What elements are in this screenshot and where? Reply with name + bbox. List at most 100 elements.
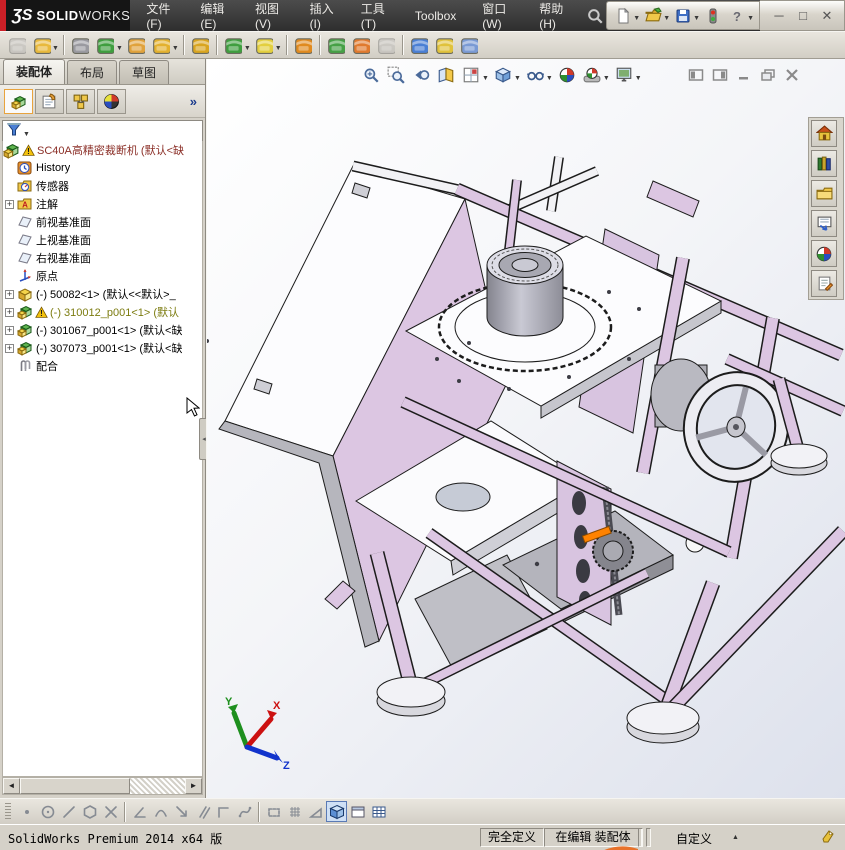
- open-document-dropdown-caret[interactable]: ▼: [663, 15, 670, 22]
- open-component-dropdown-caret[interactable]: ▼: [52, 45, 59, 52]
- interference-detection-icon[interactable]: [432, 33, 457, 57]
- collapse-left-pane-button[interactable]: [688, 67, 704, 83]
- minimize-button[interactable]: ─: [770, 8, 788, 23]
- menu-e[interactable]: 编辑(E): [190, 0, 239, 35]
- appearance-image-icon[interactable]: [457, 33, 482, 57]
- filter-caret-icon[interactable]: ▼: [23, 131, 30, 138]
- zoom-to-area-icon[interactable]: [384, 63, 408, 87]
- filter-funnel-icon[interactable]: [6, 122, 22, 141]
- expand-box[interactable]: +: [5, 343, 14, 353]
- sketch-chamfer-icon[interactable]: [129, 801, 150, 822]
- design-library-tab[interactable]: [811, 150, 837, 177]
- grid-system-icon[interactable]: [284, 801, 305, 822]
- linear-sketch-pattern-icon[interactable]: [263, 801, 284, 822]
- rotate-component-dropdown-caret[interactable]: ▼: [172, 45, 179, 52]
- search-icon[interactable]: [586, 0, 604, 31]
- display-style-icon[interactable]: [491, 63, 515, 87]
- help-icon[interactable]: ?: [725, 4, 749, 28]
- mate-icon[interactable]: [93, 33, 118, 57]
- collapse-right-pane-button[interactable]: [712, 67, 728, 83]
- open-component-icon[interactable]: [29, 33, 54, 57]
- tree-item-[interactable]: 前视基准面: [3, 213, 202, 231]
- new-part-icon[interactable]: [252, 33, 277, 57]
- panel-expand-chevron[interactable]: »: [190, 94, 201, 109]
- menu-t[interactable]: 工具(T): [351, 0, 399, 35]
- tree-item-History[interactable]: History: [3, 159, 202, 177]
- new-part-dropdown-caret[interactable]: ▼: [275, 45, 282, 52]
- close-button[interactable]: ✕: [818, 8, 836, 24]
- cad-model[interactable]: .bo{stroke:#1c1c1c;fill:none}.bl{stroke:…: [207, 59, 845, 798]
- custom-dropdown[interactable]: 自定义: [676, 830, 712, 847]
- polygon-icon[interactable]: [79, 801, 100, 822]
- tree-item-[interactable]: 右视基准面: [3, 249, 202, 267]
- expand-box[interactable]: +: [5, 199, 14, 209]
- minimize-document-button[interactable]: [736, 67, 752, 83]
- menu-f[interactable]: 文件(F): [136, 0, 184, 35]
- view-orientation-icon[interactable]: [459, 63, 483, 87]
- custom-caret-icon[interactable]: ▲: [732, 834, 739, 841]
- smart-fasteners-icon[interactable]: [188, 33, 213, 57]
- expand-box[interactable]: +: [5, 289, 14, 299]
- sketch-point-icon[interactable]: [16, 801, 37, 822]
- rotate-component-icon[interactable]: [149, 33, 174, 57]
- show-component-window-icon[interactable]: [324, 33, 349, 57]
- solidworks-resources-tab[interactable]: [811, 120, 837, 147]
- assembly-features-dropdown-caret[interactable]: ▼: [244, 45, 251, 52]
- tree-item-310012-p001-1[interactable]: +! (-) 310012_p001<1> (默认: [3, 303, 202, 321]
- tree-item-[interactable]: 传感器: [3, 177, 202, 195]
- zoom-to-fit-icon[interactable]: [359, 63, 383, 87]
- apply-scene-icon[interactable]: [580, 63, 604, 87]
- scroll-thumb[interactable]: [20, 778, 130, 794]
- mate-dropdown-caret[interactable]: ▼: [116, 45, 123, 52]
- graphics-viewport[interactable]: .bo{stroke:#1c1c1c;fill:none}.bl{stroke:…: [206, 59, 845, 798]
- close-document-button[interactable]: [784, 67, 800, 83]
- view-settings-dropdown-caret[interactable]: ▼: [635, 75, 642, 82]
- tab-装配体[interactable]: 装配体: [3, 59, 66, 84]
- component-preview-window-icon[interactable]: [124, 33, 149, 57]
- tangent-arc-icon[interactable]: [150, 801, 171, 822]
- open-document-icon[interactable]: [641, 4, 665, 28]
- tree-item-301067-p001-1[interactable]: + (-) 301067_p001<1> (默认<缺: [3, 321, 202, 339]
- tree-item-[interactable]: 配合: [3, 357, 202, 375]
- hide-show-items-icon[interactable]: [523, 63, 547, 87]
- tab-布局[interactable]: 布局: [67, 60, 118, 84]
- tree-item-[interactable]: 原点: [3, 267, 202, 285]
- scroll-right-arrow[interactable]: ►: [185, 778, 202, 794]
- menu-h[interactable]: 帮助(H): [529, 0, 578, 35]
- tree-item-[interactable]: + A 注解: [3, 195, 202, 213]
- triad-tool-icon[interactable]: [305, 801, 326, 822]
- maximize-button[interactable]: □: [794, 8, 812, 23]
- menu-i[interactable]: 插入(I): [300, 0, 345, 35]
- tree-item-50082-1[interactable]: + (-) 50082<1> (默认<<默认>_: [3, 285, 202, 303]
- view-orientation-dropdown-caret[interactable]: ▼: [482, 75, 489, 82]
- section-panel-icon[interactable]: [347, 801, 368, 822]
- measure-icon[interactable]: [407, 33, 432, 57]
- hide-show-items-dropdown-caret[interactable]: ▼: [546, 75, 553, 82]
- save-icon[interactable]: [671, 4, 695, 28]
- spline-icon[interactable]: [234, 801, 255, 822]
- restore-document-button[interactable]: [760, 67, 776, 83]
- previous-view-icon[interactable]: [409, 63, 433, 87]
- custom-properties-tab[interactable]: [811, 270, 837, 297]
- tree-item-[interactable]: 上视基准面: [3, 231, 202, 249]
- circle-icon[interactable]: [37, 801, 58, 822]
- display-style-dropdown-caret[interactable]: ▼: [514, 75, 521, 82]
- displaymanager-tab[interactable]: [97, 89, 126, 114]
- shaded-with-edges-icon[interactable]: [326, 801, 347, 822]
- view-palette-tab[interactable]: [811, 210, 837, 237]
- convert-entities-icon[interactable]: [171, 801, 192, 822]
- assembly-features-icon[interactable]: [221, 33, 246, 57]
- help-dropdown-caret[interactable]: ▼: [747, 15, 754, 22]
- expand-box[interactable]: +: [5, 325, 14, 335]
- view-settings-icon[interactable]: [612, 63, 636, 87]
- attachments-icon[interactable]: [68, 33, 93, 57]
- propertymanager-tab[interactable]: [35, 89, 64, 114]
- save-dropdown-caret[interactable]: ▼: [693, 15, 700, 22]
- motion-study-gears-icon[interactable]: [291, 33, 316, 57]
- model-base-box[interactable]: [218, 165, 508, 648]
- note-tag-icon[interactable]: [820, 829, 836, 845]
- tab-草图[interactable]: 草图: [119, 60, 170, 84]
- menu-w[interactable]: 窗口(W): [472, 0, 523, 35]
- expand-box[interactable]: +: [5, 307, 14, 317]
- edit-appearance-icon[interactable]: [555, 63, 579, 87]
